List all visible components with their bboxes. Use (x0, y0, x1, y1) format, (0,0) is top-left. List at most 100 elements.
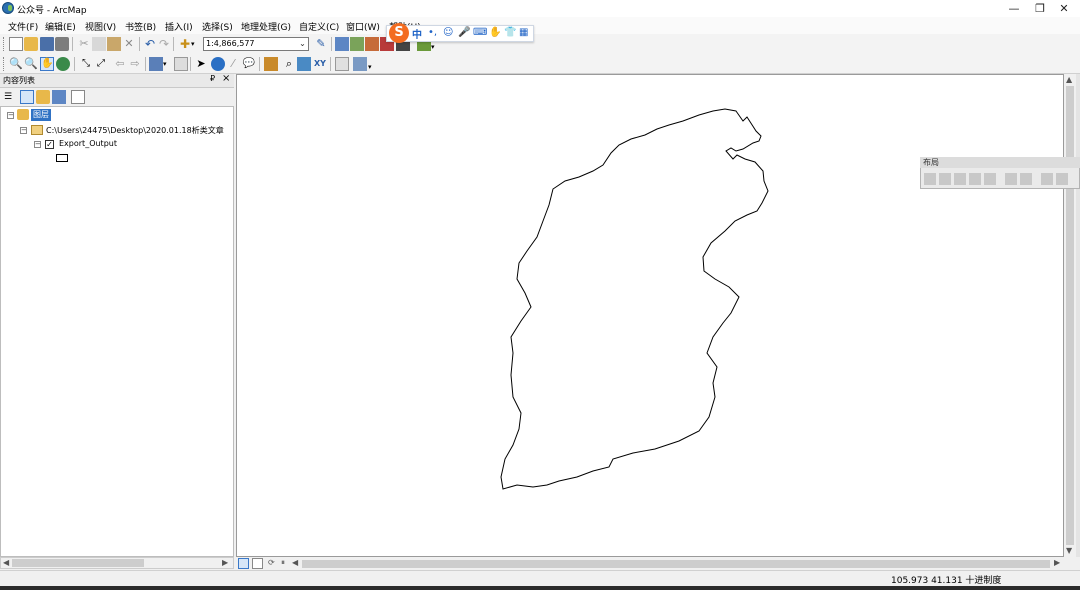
undo-icon[interactable]: ↶ (143, 37, 157, 51)
zoom-in-page-icon[interactable] (924, 173, 936, 185)
keyboard-icon[interactable]: ⌨ (473, 27, 487, 38)
list-by-source-icon[interactable] (20, 90, 34, 104)
map-display[interactable] (236, 74, 1064, 557)
toolbar-grip[interactable] (3, 37, 6, 51)
find-route-icon[interactable] (297, 57, 311, 71)
collapse-icon[interactable]: − (20, 127, 27, 134)
open-folder-icon[interactable] (24, 37, 38, 51)
measure-icon[interactable] (264, 57, 278, 71)
select-elements-arrow-icon[interactable]: ➤ (194, 57, 208, 71)
list-by-drawing-order-icon[interactable]: ☰ (4, 90, 18, 104)
toc-options-icon[interactable] (71, 90, 85, 104)
menu-edit[interactable]: 编辑(E) (45, 20, 76, 33)
skin-icon[interactable]: 👕 (504, 27, 516, 38)
print-icon[interactable] (55, 37, 69, 51)
paste-icon[interactable] (107, 37, 121, 51)
fixed-zoom-out-page-icon[interactable] (1020, 173, 1032, 185)
polygon-symbol-icon[interactable] (56, 154, 68, 162)
menu-bookmarks[interactable]: 书签(B) (125, 20, 156, 33)
map-horizontal-scroll-thumb[interactable] (302, 560, 1050, 568)
toc-scroll-thumb[interactable] (12, 559, 144, 567)
full-extent-globe-icon[interactable] (56, 57, 70, 71)
scroll-up-icon[interactable]: ▲ (1066, 75, 1072, 84)
toc-close-icon[interactable]: × (222, 73, 230, 84)
add-data-icon[interactable]: ✚ (178, 37, 192, 51)
zoom-whole-page-icon[interactable] (969, 173, 981, 185)
list-by-selection-icon[interactable] (52, 90, 66, 104)
list-by-visibility-icon[interactable] (36, 90, 50, 104)
menu-geoprocessing[interactable]: 地理处理(G) (241, 20, 291, 33)
menu-customize[interactable]: 自定义(C) (299, 20, 339, 33)
identify-icon[interactable] (211, 57, 225, 71)
menu-view[interactable]: 视图(V) (85, 20, 116, 33)
time-slider-icon[interactable] (335, 57, 349, 71)
cut-icon[interactable]: ✂ (77, 37, 91, 51)
map-vertical-scroll-thumb[interactable] (1066, 86, 1074, 545)
menu-selection[interactable]: 选择(S) (202, 20, 233, 33)
polygon-feature[interactable] (500, 108, 769, 490)
collapse-icon[interactable]: − (34, 141, 41, 148)
table-of-contents-icon[interactable] (335, 37, 349, 51)
redo-icon[interactable]: ↷ (157, 37, 171, 51)
data-view-icon[interactable] (238, 558, 249, 569)
select-features-icon[interactable] (149, 57, 163, 71)
map-canvas[interactable] (237, 75, 1065, 558)
layer-visibility-checkbox[interactable]: ✓ (45, 140, 54, 149)
emoji-icon[interactable]: ☺ (443, 27, 453, 38)
scroll-left-icon[interactable]: ◀ (3, 558, 9, 567)
fixed-zoom-in-icon[interactable]: ⤡ (79, 57, 93, 71)
zoom-100-icon[interactable] (984, 173, 996, 185)
punctuation-icon[interactable]: •, (428, 27, 437, 38)
ime-chinese-mode[interactable]: 中 (412, 26, 422, 41)
previous-extent-icon[interactable] (1041, 173, 1053, 185)
delete-icon[interactable]: ✕ (122, 37, 136, 51)
data-frame-label[interactable]: 图层 (31, 109, 51, 121)
menu-file[interactable]: 文件(F) (8, 20, 38, 33)
layout-toolbar-title[interactable]: 布局 (920, 157, 1080, 168)
layer-name[interactable]: Export_Output (59, 139, 117, 148)
forward-arrow-icon[interactable]: ⇨ (128, 57, 142, 71)
toolbar-grip[interactable] (3, 57, 6, 71)
sogou-logo-icon[interactable]: S (389, 23, 409, 43)
zoom-out-icon[interactable]: 🔍 (24, 57, 38, 71)
layout-view-icon[interactable] (252, 558, 263, 569)
microphone-icon[interactable]: 🎤 (458, 27, 470, 38)
copy-icon[interactable] (92, 37, 106, 51)
scroll-right-icon[interactable]: ▶ (222, 558, 228, 567)
fixed-zoom-out-icon[interactable]: ⤢ (94, 57, 108, 71)
menu-insert[interactable]: 插入(I) (165, 20, 193, 33)
refresh-icon[interactable]: ⟳ (268, 558, 275, 567)
map-scale-input[interactable]: 1:4,866,577 (203, 37, 309, 51)
find-binoculars-icon[interactable]: ⌕ (282, 57, 296, 71)
toolbox-grid-icon[interactable]: ▦ (519, 27, 528, 38)
zoom-in-icon[interactable]: 🔍 (9, 57, 23, 71)
cursor-coordinates: 105.973 41.131 十进制度 (891, 576, 1002, 586)
go-to-xy-icon[interactable]: XY (313, 57, 327, 71)
catalog-icon[interactable] (350, 37, 364, 51)
create-viewer-window-icon[interactable] (353, 57, 367, 71)
pause-drawing-icon[interactable]: ⏸ (281, 558, 285, 568)
search-window-icon[interactable] (365, 37, 379, 51)
zoom-out-page-icon[interactable] (939, 173, 951, 185)
back-arrow-icon[interactable]: ⇦ (113, 57, 127, 71)
pan-hand-icon[interactable]: ✋ (40, 57, 54, 71)
scroll-right-icon[interactable]: ▶ (1054, 558, 1060, 567)
clear-selection-icon[interactable] (174, 57, 188, 71)
chevron-down-icon[interactable]: ⌄ (296, 37, 309, 51)
collapse-icon[interactable]: − (7, 112, 14, 119)
close-button[interactable]: ✕ (1046, 0, 1080, 17)
pin-icon[interactable]: ₽ (210, 74, 215, 83)
hyperlink-icon[interactable]: ⁄ (226, 57, 240, 71)
pan-page-icon[interactable] (954, 173, 966, 185)
scroll-down-icon[interactable]: ▼ (1066, 546, 1072, 555)
editor-toolbar-icon[interactable]: ✎ (314, 37, 328, 51)
next-extent-icon[interactable] (1056, 173, 1068, 185)
html-popup-icon[interactable]: 💬 (242, 57, 256, 71)
save-icon[interactable] (40, 37, 54, 51)
menu-window[interactable]: 窗口(W) (346, 20, 380, 33)
workspace-path[interactable]: C:\Users\24475\Desktop\2020.01.18析类文章 (46, 125, 224, 136)
scroll-left-icon[interactable]: ◀ (292, 558, 298, 567)
fixed-zoom-in-page-icon[interactable] (1005, 173, 1017, 185)
new-document-icon[interactable] (9, 37, 23, 51)
ime-tool-icon[interactable]: ✋ (489, 27, 501, 38)
